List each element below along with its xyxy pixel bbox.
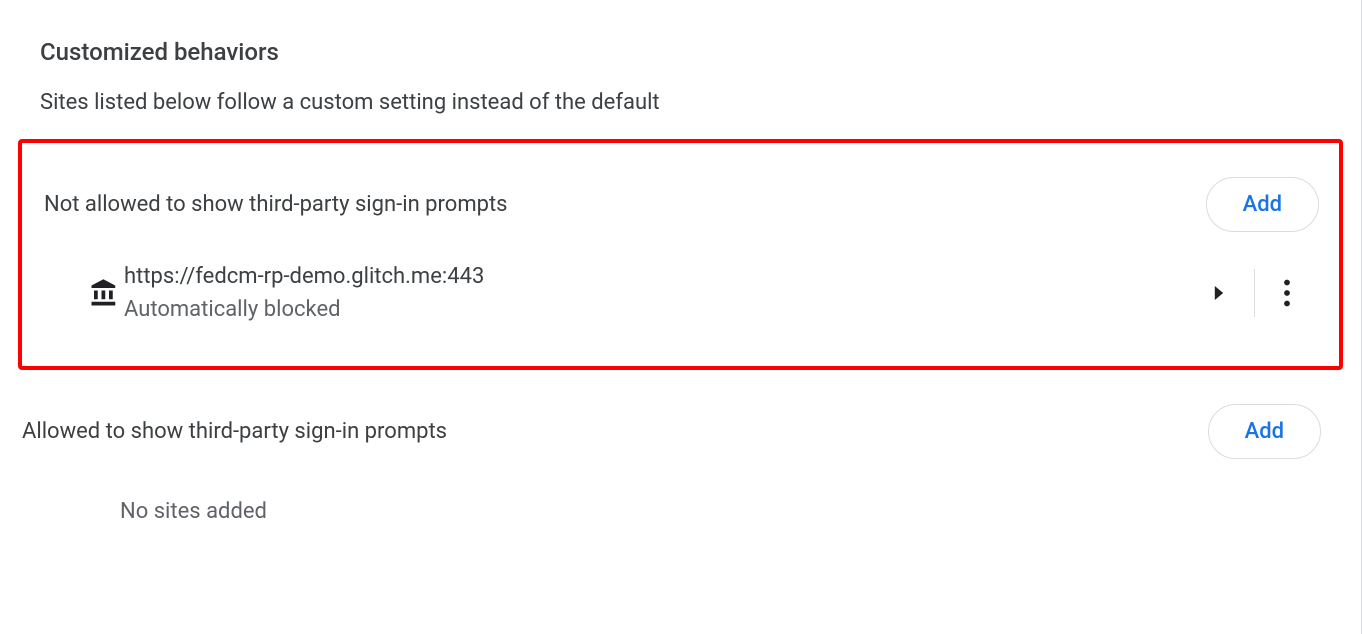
site-icon-wrap — [44, 278, 124, 308]
site-more-button[interactable] — [1255, 267, 1319, 319]
more-vert-icon — [1283, 279, 1291, 307]
allowed-empty-state: No sites added — [0, 475, 1361, 548]
site-info: https://fedcm-rp-demo.glitch.me:443 Auto… — [124, 260, 1184, 326]
add-not-allowed-button[interactable]: Add — [1206, 177, 1319, 232]
allowed-header-row: Allowed to show third-party sign-in prom… — [0, 388, 1361, 475]
section-heading: Customized behaviors — [0, 24, 1361, 74]
section-description: Sites listed below follow a custom setti… — [0, 74, 1361, 139]
not-allowed-title: Not allowed to show third-party sign-in … — [44, 192, 508, 217]
site-row[interactable]: https://fedcm-rp-demo.glitch.me:443 Auto… — [22, 248, 1339, 338]
add-allowed-button[interactable]: Add — [1208, 404, 1321, 459]
not-allowed-highlight-box: Not allowed to show third-party sign-in … — [18, 139, 1343, 370]
site-url: https://fedcm-rp-demo.glitch.me:443 — [124, 260, 1184, 293]
expand-site-button[interactable] — [1184, 274, 1254, 312]
site-actions — [1184, 267, 1319, 319]
site-status: Automatically blocked — [124, 293, 1184, 326]
allowed-title: Allowed to show third-party sign-in prom… — [22, 419, 447, 444]
not-allowed-header-row: Not allowed to show third-party sign-in … — [22, 161, 1339, 248]
settings-panel: Customized behaviors Sites listed below … — [0, 0, 1362, 634]
caret-right-icon — [1212, 286, 1226, 300]
bank-icon — [89, 278, 119, 308]
